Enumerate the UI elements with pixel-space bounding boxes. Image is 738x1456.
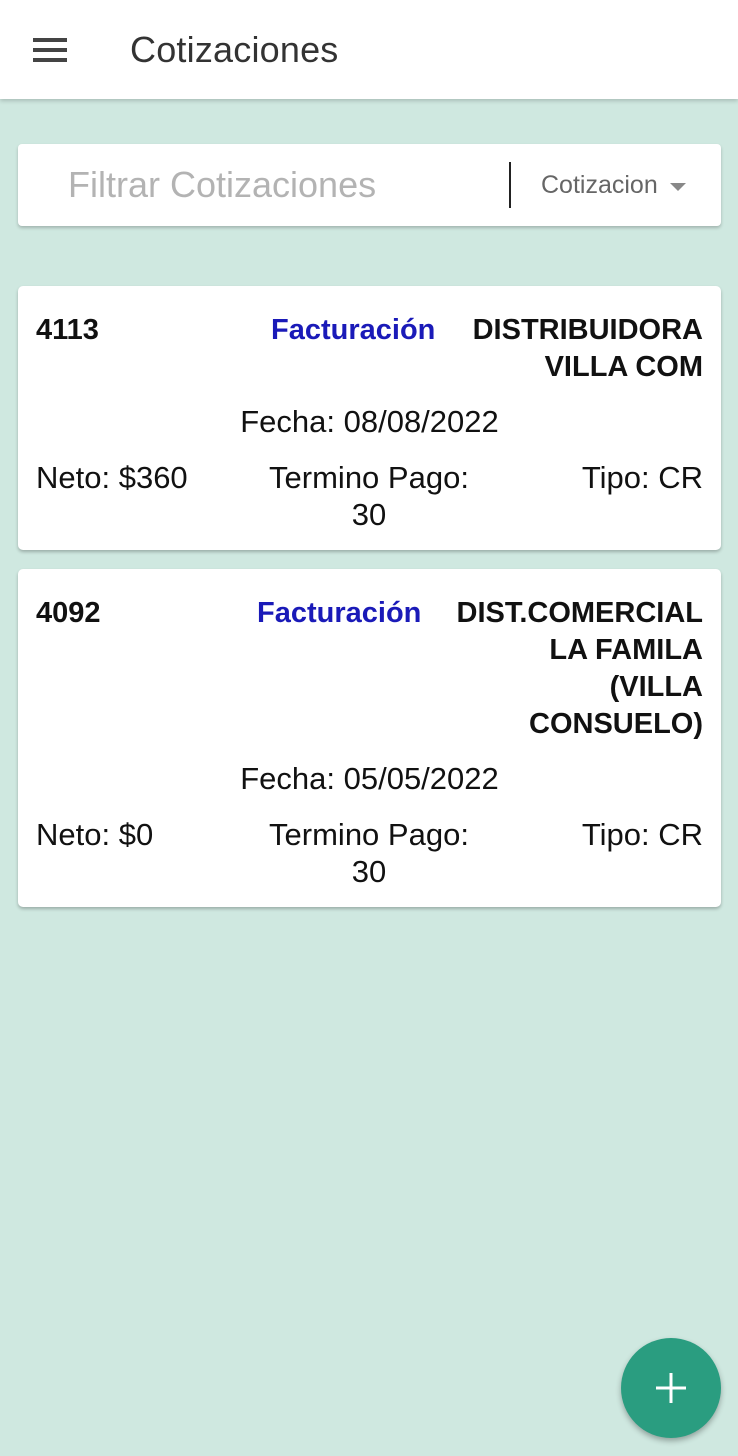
quote-date: Fecha: 05/05/2022 (240, 761, 499, 796)
quote-status: Facturación (257, 597, 422, 629)
payment-term-value: 30 (351, 854, 387, 889)
client-line: DISTRIBUIDORA (472, 314, 703, 346)
caret-down-icon (669, 182, 686, 191)
quote-payment-term: Termino Pago: 30 (264, 459, 474, 533)
menu-button[interactable] (0, 0, 100, 99)
quote-client: DIST.COMERCIAL LA FAMILA (VILLA CONSUELO… (457, 595, 704, 743)
filter-input[interactable] (68, 155, 508, 215)
quote-status: Facturación (271, 314, 436, 346)
page-title: Cotizaciones (130, 28, 339, 70)
quote-type: Tipo: CR (581, 460, 703, 495)
quote-neto: Neto: $0 (36, 817, 154, 852)
filter-type-label: Cotizacion (541, 170, 658, 199)
quote-date: Fecha: 08/08/2022 (240, 404, 499, 439)
app-bar: Cotizaciones (0, 0, 738, 99)
filter-type-select[interactable]: Cotizacion (541, 171, 686, 200)
add-icon (656, 1373, 686, 1403)
quote-payment-term: Termino Pago: 30 (264, 816, 474, 890)
quote-type: Tipo: CR (581, 817, 703, 852)
filter-divider (509, 162, 511, 208)
client-line: LA FAMILA (549, 634, 703, 666)
quote-neto: Neto: $360 (36, 460, 188, 495)
menu-icon (33, 37, 67, 62)
client-line: DIST.COMERCIAL (456, 597, 704, 629)
payment-term-label: Termino Pago: (269, 460, 469, 495)
quote-card[interactable]: 4113 Facturación DISTRIBUIDORA VILLA COM… (18, 286, 721, 550)
client-line: CONSUELO) (529, 708, 703, 740)
add-quote-button[interactable] (621, 1338, 721, 1438)
client-line: (VILLA (609, 671, 703, 703)
payment-term-label: Termino Pago: (269, 817, 469, 852)
quote-card[interactable]: 4092 Facturación DIST.COMERCIAL LA FAMIL… (18, 569, 721, 907)
payment-term-value: 30 (351, 497, 387, 532)
quote-client: DISTRIBUIDORA VILLA COM (473, 312, 703, 386)
quote-id: 4113 (36, 314, 99, 346)
filter-bar: Cotizacion (18, 144, 721, 226)
quote-id: 4092 (36, 597, 101, 629)
client-line: VILLA COM (544, 351, 703, 383)
